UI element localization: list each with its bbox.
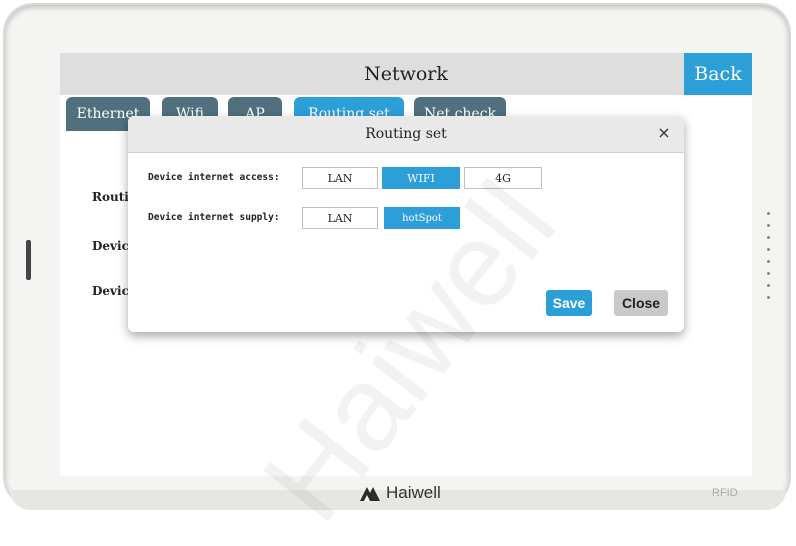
access-option-wifi[interactable]: WIFI [382, 167, 460, 189]
rfid-label: RFID [712, 487, 738, 499]
dialog-header: Routing set × [128, 116, 684, 153]
supply-option-lan[interactable]: LAN [302, 207, 378, 229]
back-button[interactable]: Back [684, 53, 752, 95]
routing-label-partial: Routi [92, 190, 129, 204]
close-button[interactable]: Close [614, 290, 668, 316]
haiwell-logo-icon [360, 487, 380, 501]
save-button[interactable]: Save [546, 290, 592, 316]
access-option-4g[interactable]: 4G [464, 167, 542, 189]
page-title: Network [364, 63, 448, 85]
title-bar: Network Back [60, 53, 752, 95]
dialog-title: Routing set [365, 126, 447, 142]
routing-set-dialog: Routing set × Device internet access: LA… [128, 116, 684, 332]
side-button [26, 240, 31, 280]
internet-supply-label: Device internet supply: [148, 212, 280, 223]
speaker-dots [767, 212, 771, 308]
brand-name: Haiwell [386, 483, 441, 502]
close-icon[interactable]: × [656, 124, 672, 142]
internet-access-label: Device internet access: [148, 172, 280, 183]
access-option-lan[interactable]: LAN [302, 167, 378, 189]
supply-option-hotspot[interactable]: hotSpot [384, 207, 460, 229]
